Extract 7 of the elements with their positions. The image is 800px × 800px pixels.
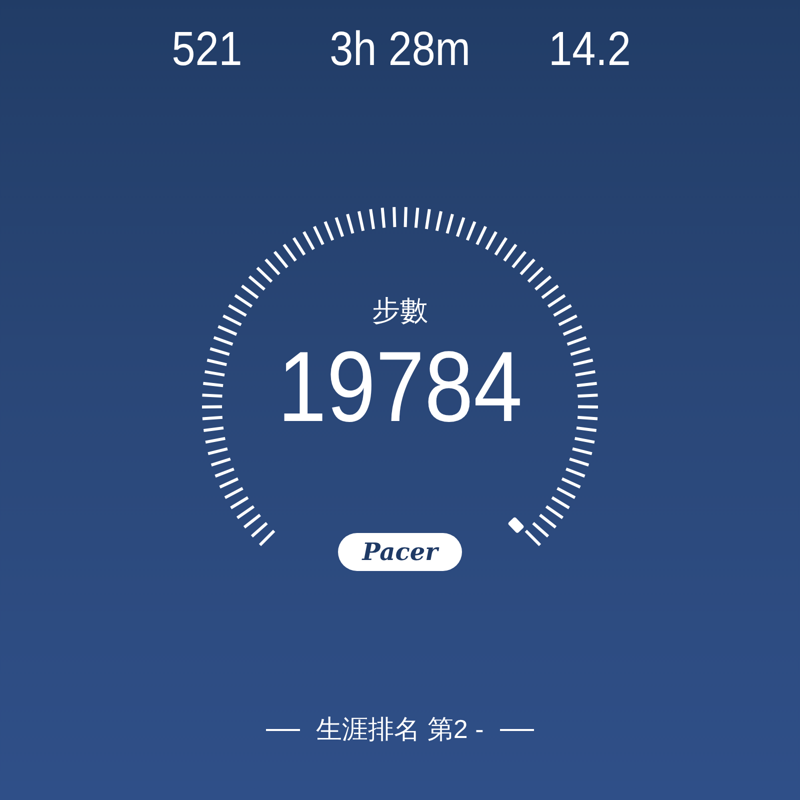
step-count: 19784 (278, 332, 522, 442)
gauge-label: 步數 (372, 294, 428, 328)
logo-badge: Pacer (338, 533, 462, 571)
stat-value: 521 (172, 22, 242, 78)
stat-value: 14.2 (548, 22, 632, 78)
stat-value: 3h 28m (330, 22, 470, 78)
ranking-text: 生涯排名 第2 - (316, 713, 484, 746)
